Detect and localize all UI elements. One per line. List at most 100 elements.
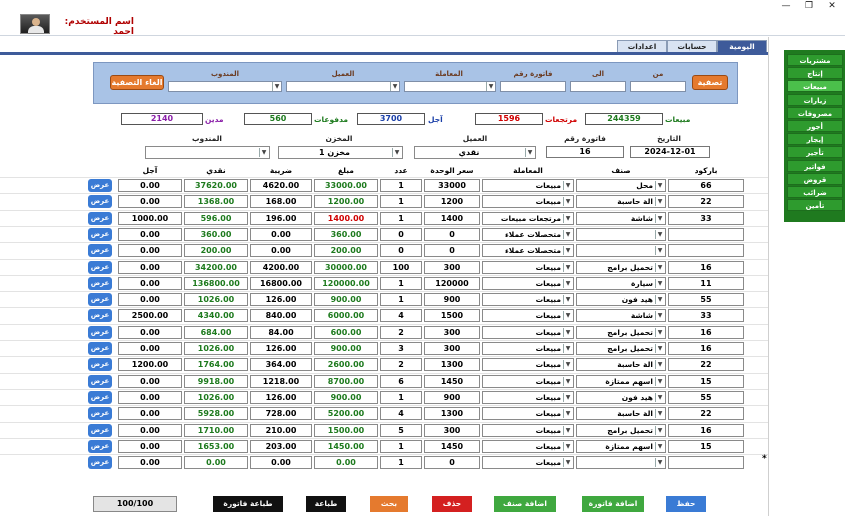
- cell-item[interactable]: اسهم ممتازة ▼: [576, 375, 666, 388]
- cell-unit-price[interactable]: 1450: [424, 375, 480, 388]
- add-item-button[interactable]: اضافة صنف: [494, 496, 556, 512]
- row-show-button[interactable]: عرض: [88, 358, 112, 371]
- row-show-button[interactable]: عرض: [88, 179, 112, 192]
- cell-barcode[interactable]: 11: [668, 277, 744, 290]
- cell-unit-price[interactable]: 0: [424, 456, 480, 469]
- cell-transaction[interactable]: مبيعات ▼: [482, 309, 574, 322]
- filter-button[interactable]: تصفية: [692, 75, 728, 90]
- cell-transaction[interactable]: مبيعات ▼: [482, 407, 574, 420]
- cell-qty[interactable]: 1: [380, 212, 422, 225]
- sidebar-item-taxes[interactable]: ضرائب: [787, 186, 843, 198]
- cell-unit-price[interactable]: 1200: [424, 195, 480, 208]
- row-show-button[interactable]: عرض: [88, 261, 112, 274]
- cell-qty[interactable]: 3: [380, 342, 422, 355]
- cell-transaction[interactable]: مبيعات ▼: [482, 293, 574, 306]
- cell-transaction[interactable]: مبيعات ▼: [482, 391, 574, 404]
- sidebar-item-leasing[interactable]: تأجير: [787, 146, 843, 159]
- filter-invoice-input[interactable]: [500, 81, 566, 92]
- filter-to-input[interactable]: [570, 81, 626, 92]
- cell-barcode[interactable]: 16: [668, 261, 744, 274]
- cell-unit-price[interactable]: 0: [424, 244, 480, 257]
- cell-barcode[interactable]: 33: [668, 212, 744, 225]
- cell-barcode[interactable]: 66: [668, 179, 744, 192]
- cell-barcode[interactable]: 55: [668, 391, 744, 404]
- cell-barcode[interactable]: 33: [668, 309, 744, 322]
- cell-item[interactable]: هيد فون ▼: [576, 391, 666, 404]
- cell-qty[interactable]: 1: [380, 195, 422, 208]
- cell-unit-price[interactable]: 0: [424, 228, 480, 241]
- cell-barcode[interactable]: 15: [668, 440, 744, 453]
- cell-item[interactable]: تحميل برامج ▼: [576, 261, 666, 274]
- cell-unit-price[interactable]: 300: [424, 424, 480, 437]
- cell-qty[interactable]: 0: [380, 244, 422, 257]
- cell-transaction[interactable]: مبيعات ▼: [482, 358, 574, 371]
- cell-item[interactable]: تحميل برامج ▼: [576, 326, 666, 339]
- row-show-button[interactable]: عرض: [88, 440, 112, 453]
- cell-item[interactable]: سيارة ▼: [576, 277, 666, 290]
- tab-daily[interactable]: اليومية: [717, 40, 767, 52]
- cell-item[interactable]: تحميل برامج ▼: [576, 424, 666, 437]
- cell-qty[interactable]: 1: [380, 391, 422, 404]
- close-button[interactable]: ✕: [821, 0, 843, 12]
- cell-item[interactable]: تحميل برامج ▼: [576, 342, 666, 355]
- cell-qty[interactable]: 2: [380, 358, 422, 371]
- cell-qty[interactable]: 5: [380, 424, 422, 437]
- cell-unit-price[interactable]: 1400: [424, 212, 480, 225]
- cell-qty[interactable]: 6: [380, 375, 422, 388]
- restore-button[interactable]: ❐: [798, 0, 820, 12]
- cell-item[interactable]: هيد فون ▼: [576, 293, 666, 306]
- cell-unit-price[interactable]: 300: [424, 261, 480, 274]
- row-show-button[interactable]: عرض: [88, 212, 112, 225]
- cell-item[interactable]: شاشة ▼: [576, 212, 666, 225]
- cell-qty[interactable]: 1: [380, 179, 422, 192]
- tab-accounts[interactable]: حسابات: [667, 40, 717, 52]
- cell-item[interactable]: محل ▼: [576, 179, 666, 192]
- row-show-button[interactable]: عرض: [88, 326, 112, 339]
- cell-transaction[interactable]: مبيعات ▼: [482, 375, 574, 388]
- sidebar-item-insurance[interactable]: تأمين: [787, 199, 843, 212]
- cell-barcode[interactable]: [668, 244, 744, 257]
- cell-transaction[interactable]: مبيعات ▼: [482, 179, 574, 192]
- row-show-button[interactable]: عرض: [88, 228, 112, 241]
- row-show-button[interactable]: عرض: [88, 244, 112, 257]
- sidebar-item-wages[interactable]: أجور: [787, 120, 843, 132]
- row-show-button[interactable]: عرض: [88, 375, 112, 388]
- cell-transaction[interactable]: متحصلات عملاء ▼: [482, 244, 574, 257]
- cell-transaction[interactable]: مبيعات ▼: [482, 342, 574, 355]
- cell-item[interactable]: الة حاسبة ▼: [576, 358, 666, 371]
- cell-qty[interactable]: 4: [380, 407, 422, 420]
- row-show-button[interactable]: عرض: [88, 277, 112, 290]
- cell-item[interactable]: ▼: [576, 228, 666, 241]
- cell-barcode[interactable]: 16: [668, 424, 744, 437]
- filter-agent-select[interactable]: ▼: [168, 81, 282, 92]
- row-show-button[interactable]: عرض: [88, 424, 112, 437]
- cell-item[interactable]: الة حاسبة ▼: [576, 407, 666, 420]
- filter-transaction-select[interactable]: ▼: [404, 81, 496, 92]
- cell-unit-price[interactable]: 33000: [424, 179, 480, 192]
- cell-barcode[interactable]: 16: [668, 326, 744, 339]
- invoice-store-select[interactable]: مخزن 1 ▼: [278, 146, 403, 159]
- cell-transaction[interactable]: مبيعات ▼: [482, 456, 574, 469]
- cell-barcode[interactable]: 22: [668, 195, 744, 208]
- cell-barcode[interactable]: 55: [668, 293, 744, 306]
- cell-qty[interactable]: 1: [380, 293, 422, 306]
- print-button[interactable]: طباعة: [306, 496, 346, 512]
- cell-unit-price[interactable]: 900: [424, 391, 480, 404]
- sidebar-item-production[interactable]: إنتاج: [787, 67, 843, 80]
- filter-from-input[interactable]: [630, 81, 686, 92]
- cell-transaction[interactable]: مرتجعات مبيعات ▼: [482, 212, 574, 225]
- cell-unit-price[interactable]: 900: [424, 293, 480, 306]
- row-show-button[interactable]: عرض: [88, 456, 112, 469]
- print-invoice-button[interactable]: طباعة فاتورة: [213, 496, 283, 512]
- cell-barcode[interactable]: 15: [668, 375, 744, 388]
- row-show-button[interactable]: عرض: [88, 195, 112, 208]
- sidebar-item-expenses[interactable]: مصروفات: [787, 106, 843, 119]
- cell-item[interactable]: الة حاسبة ▼: [576, 195, 666, 208]
- cell-unit-price[interactable]: 1300: [424, 407, 480, 420]
- cell-qty[interactable]: 2: [380, 326, 422, 339]
- row-show-button[interactable]: عرض: [88, 407, 112, 420]
- cell-barcode[interactable]: 16: [668, 342, 744, 355]
- cell-item[interactable]: اسهم ممتازة ▼: [576, 440, 666, 453]
- invoice-agent-select[interactable]: ▼: [145, 146, 270, 159]
- cell-transaction[interactable]: متحصلات عملاء ▼: [482, 228, 574, 241]
